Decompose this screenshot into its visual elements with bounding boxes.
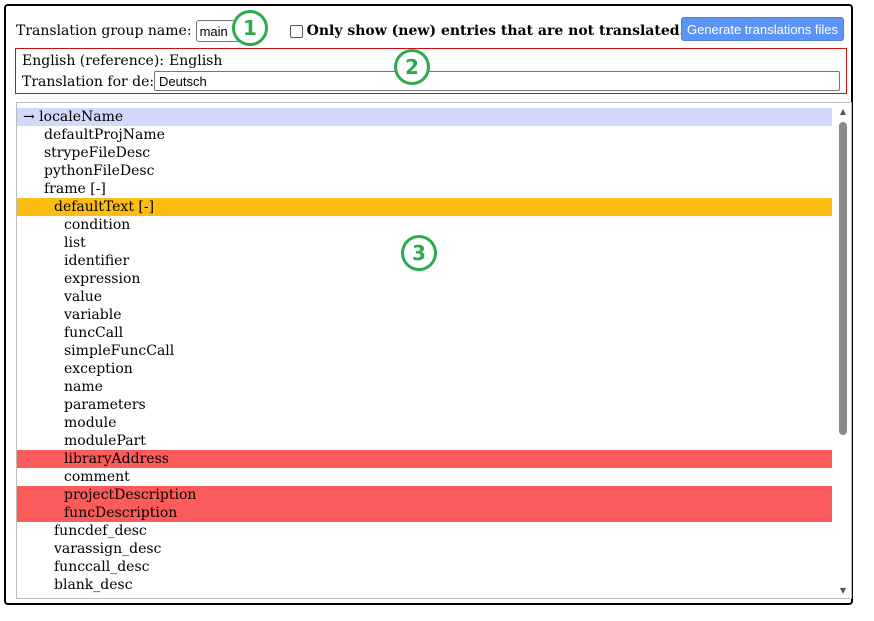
tree-row[interactable]: name (17, 378, 832, 396)
english-reference-row: English (reference): English (22, 53, 222, 69)
tree-row[interactable]: projectDescription (17, 486, 832, 504)
marker-2: 2 (394, 49, 430, 85)
only-untranslated-checkbox[interactable] (289, 24, 303, 38)
tree-row[interactable]: condition (17, 216, 832, 234)
tree-row[interactable]: funcCall (17, 324, 832, 342)
tree-row[interactable]: blank_desc (17, 576, 832, 594)
group-name-value: main (199, 23, 228, 39)
tree-row[interactable]: defaultProjName (17, 126, 832, 144)
only-untranslated-label[interactable]: Only show (new) entries that are not tra… (307, 23, 685, 39)
only-untranslated-option[interactable]: Only show (new) entries that are not tra… (289, 23, 685, 39)
tree-row[interactable]: frame [-] (17, 180, 832, 198)
arrow-up-icon[interactable]: ▲ (836, 104, 850, 118)
translation-key-tree[interactable]: → localeName defaultProjName strypeFileDes… (16, 102, 852, 599)
tree-row[interactable]: strypeFileDesc (17, 144, 832, 162)
tree-row[interactable]: funccall_desc (17, 558, 832, 576)
toolbar: Translation group name: main ▼ Only show… (16, 18, 684, 44)
tree-row[interactable]: → localeName (17, 108, 832, 126)
tree-row[interactable]: variable (17, 306, 832, 324)
tree-list: → localeName defaultProjName strypeFileDes… (17, 108, 832, 594)
tree-row[interactable]: parameters (17, 396, 832, 414)
tree-row[interactable]: simpleFuncCall (17, 342, 832, 360)
tree-scrollbar[interactable]: ▲ ▼ (836, 104, 850, 597)
tree-row[interactable]: modulePart (17, 432, 832, 450)
translation-label: Translation for de: (22, 74, 155, 90)
tree-row[interactable]: defaultText [-] (17, 198, 832, 216)
translation-input[interactable] (154, 71, 840, 91)
tree-row[interactable]: funcdef_desc (17, 522, 832, 540)
marker-3: 3 (401, 235, 437, 271)
english-reference-value: English (169, 53, 223, 69)
arrow-down-icon[interactable]: ▼ (836, 583, 850, 597)
generate-translations-button[interactable]: Generate translations files (681, 17, 844, 41)
tree-row[interactable]: libraryAddress (17, 450, 832, 468)
tree-row[interactable]: expression (17, 270, 832, 288)
english-reference-label: English (reference): (22, 53, 165, 69)
reference-panel: English (reference): English Translation … (15, 48, 847, 94)
group-name-label: Translation group name: (16, 23, 192, 39)
tree-row[interactable]: funcDescription (17, 504, 832, 522)
tree-row[interactable]: exception (17, 360, 832, 378)
translation-editor-frame: Translation group name: main ▼ Only show… (4, 4, 853, 605)
tree-row[interactable]: module (17, 414, 832, 432)
tree-row[interactable]: varassign_desc (17, 540, 832, 558)
tree-row[interactable]: pythonFileDesc (17, 162, 832, 180)
tree-row[interactable]: comment (17, 468, 832, 486)
scrollbar-thumb[interactable] (839, 122, 847, 435)
tree-row[interactable]: value (17, 288, 832, 306)
marker-1: 1 (232, 10, 268, 46)
